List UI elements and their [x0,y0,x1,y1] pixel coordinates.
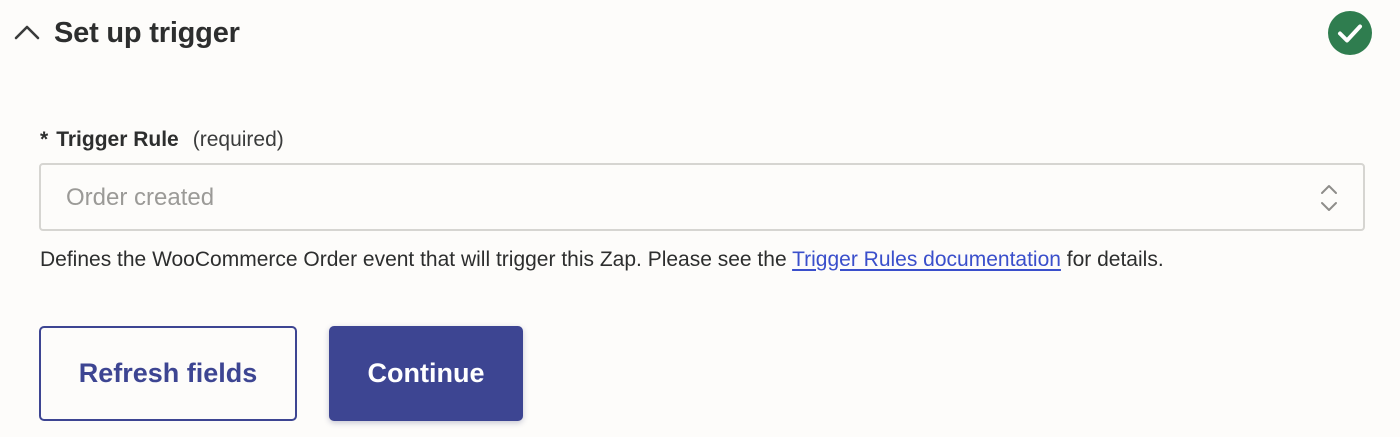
trigger-rules-documentation-link[interactable]: Trigger Rules documentation [792,248,1061,271]
required-indicator: (required) [192,128,284,151]
check-circle-icon [1328,11,1372,55]
chevron-up-icon[interactable] [12,20,42,44]
trigger-rule-label-text: Trigger Rule [56,128,179,151]
trigger-setup-panel: Set up trigger * Trigger Rule (required) O… [0,0,1400,437]
trigger-rule-label: * Trigger Rule (required) [40,126,284,154]
continue-button[interactable]: Continue [329,326,523,421]
section-header[interactable]: Set up trigger [0,0,1400,68]
trigger-rule-select[interactable]: Order created [39,163,1365,231]
required-asterisk: * [40,128,49,151]
trigger-rule-selected-value: Order created [66,184,215,211]
help-text-before: Defines the WooCommerce Order event that… [40,248,793,271]
select-arrows-icon [1319,182,1339,214]
trigger-rule-help-text: Defines the WooCommerce Order event that… [40,246,1164,274]
section-title: Set up trigger [54,17,240,49]
refresh-fields-button[interactable]: Refresh fields [39,326,297,421]
help-text-after: for details. [1060,248,1164,271]
